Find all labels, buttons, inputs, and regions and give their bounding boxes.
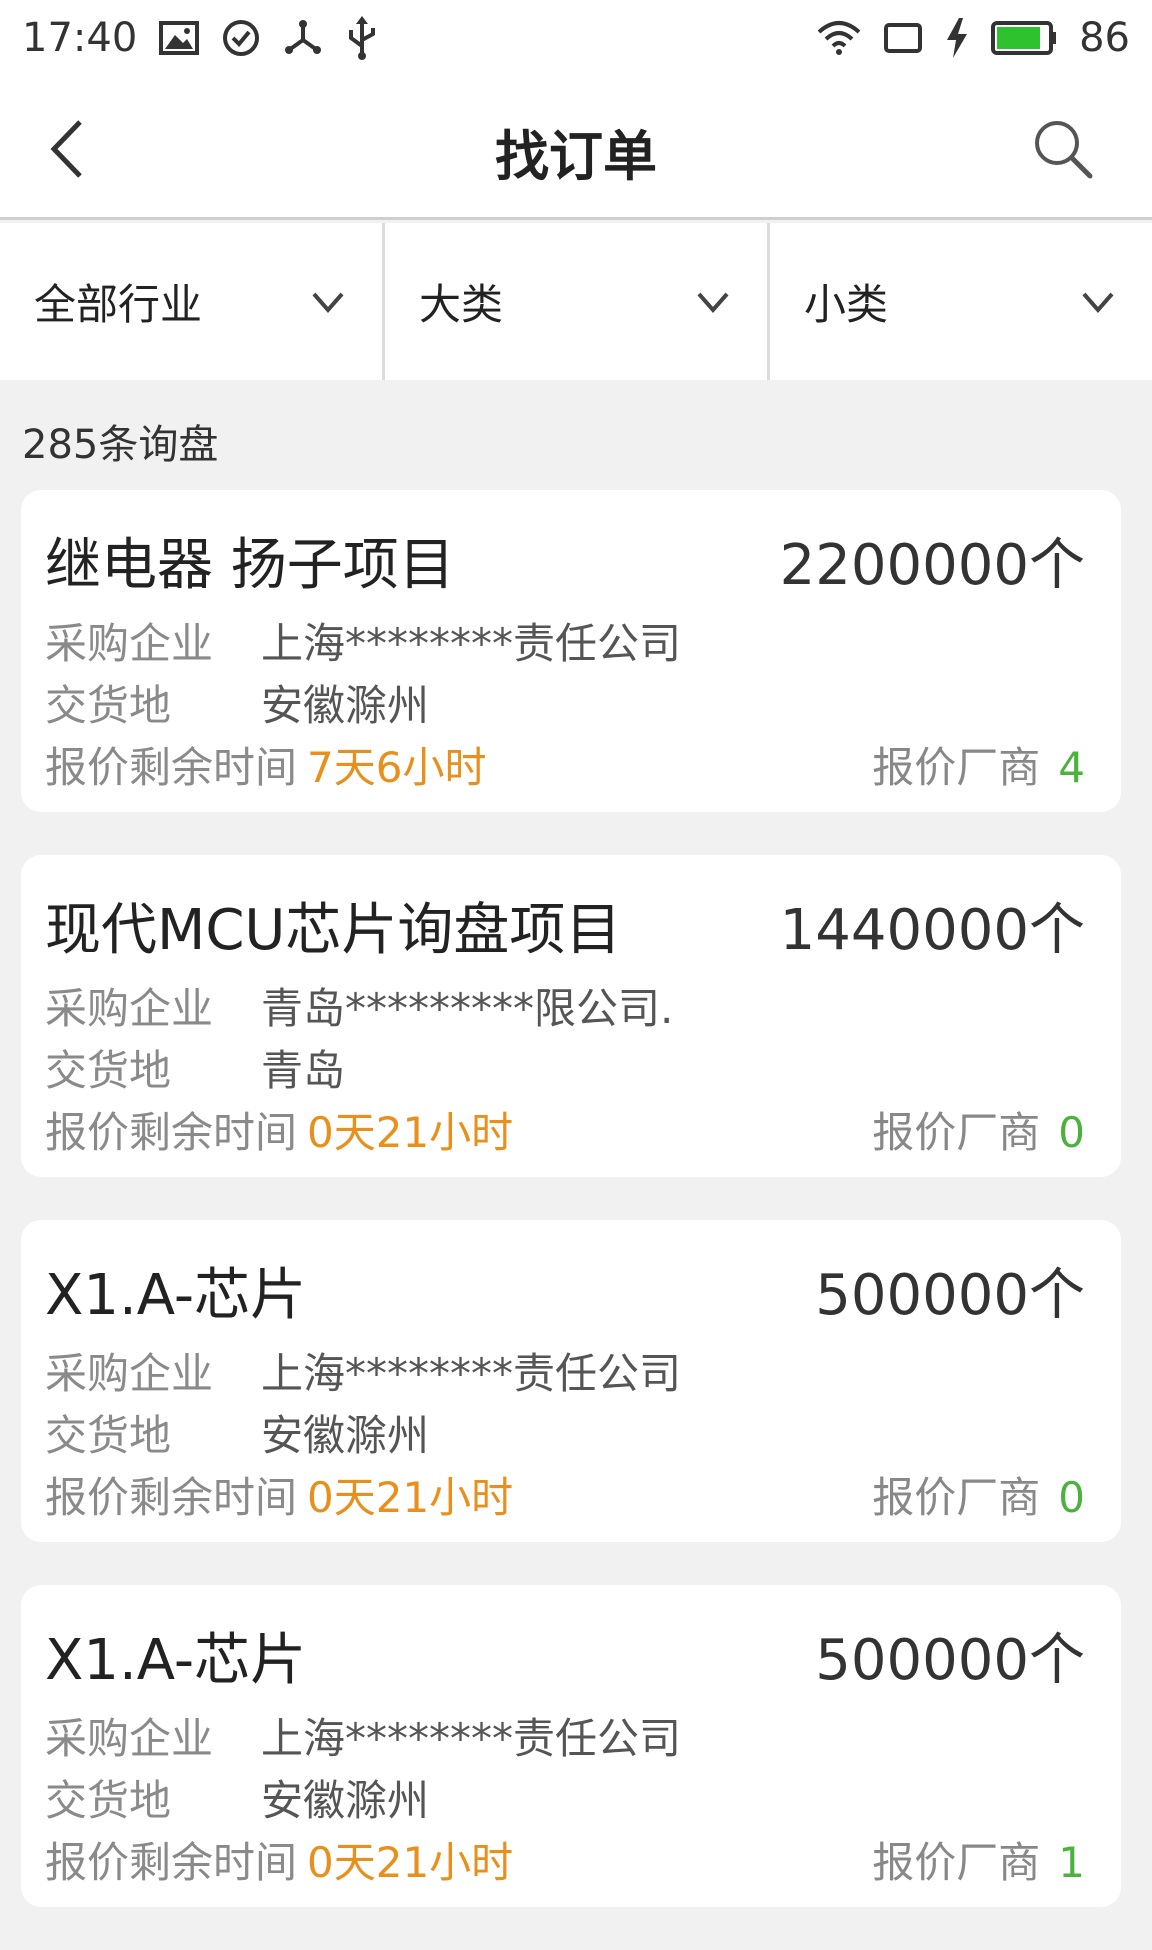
status-time: 17:40 — [22, 15, 138, 61]
page-title: 找订单 — [495, 125, 657, 188]
company-value: 上海********责任公司 — [261, 1714, 682, 1763]
delivery-label: 交货地 — [45, 681, 172, 730]
filter-category-dropdown[interactable]: 大类 — [382, 223, 767, 380]
share-node-icon — [283, 18, 323, 58]
charging-icon — [945, 18, 969, 58]
inquiry-card[interactable]: X1.A-芯片 500000个 采购企业 上海********责任公司 交货地 安徽… — [21, 1220, 1121, 1542]
delivery-label: 交货地 — [45, 1411, 172, 1460]
remaining-label: 报价剩余时间 — [45, 1473, 298, 1522]
delivery-label: 交货地 — [45, 1776, 172, 1825]
inquiry-name: 继电器 扬子项目 — [45, 533, 455, 598]
company-label: 采购企业 — [45, 984, 214, 1033]
search-button[interactable] — [1030, 116, 1096, 182]
inquiry-count: 285条询盘 — [22, 422, 219, 468]
inquiry-quantity: 2200000个 — [779, 533, 1085, 598]
delivery-value: 青岛 — [261, 1046, 346, 1095]
remaining-value: 0天21小时 — [307, 1838, 514, 1887]
remaining-value: 7天6小时 — [307, 743, 487, 792]
filter-label: 大类 — [419, 280, 504, 329]
company-value: 上海********责任公司 — [261, 619, 682, 668]
remaining-label: 报价剩余时间 — [45, 743, 298, 792]
inquiry-name: X1.A-芯片 — [45, 1628, 307, 1693]
remaining-label: 报价剩余时间 — [45, 1108, 298, 1157]
filter-bar: 全部行业 大类 小类 — [0, 223, 1152, 380]
inquiry-list: 继电器 扬子项目 2200000个 采购企业 上海********责任公司 交货地… — [21, 490, 1121, 1950]
vendors-label: 报价厂商 — [872, 1838, 1041, 1887]
company-label: 采购企业 — [45, 619, 214, 668]
filter-label: 全部行业 — [34, 280, 203, 329]
company-label: 采购企业 — [45, 1349, 214, 1398]
usb-icon — [345, 16, 379, 60]
delivery-label: 交货地 — [45, 1046, 172, 1095]
inquiry-card[interactable]: 现代MCU芯片询盘项目 1440000个 采购企业 青岛*********限公司.… — [21, 855, 1121, 1177]
vendors-label: 报价厂商 — [872, 743, 1041, 792]
filter-industry-dropdown[interactable]: 全部行业 — [0, 223, 382, 380]
remaining-value: 0天21小时 — [307, 1473, 514, 1522]
status-bar: 17:40 86 — [0, 0, 1152, 76]
inquiry-quantity: 500000个 — [815, 1263, 1085, 1328]
vendors-label: 报价厂商 — [872, 1473, 1041, 1522]
search-icon — [1035, 121, 1093, 179]
delivery-value: 安徽滁州 — [261, 681, 430, 730]
company-label: 采购企业 — [45, 1714, 214, 1763]
vendors-count: 0 — [1058, 1108, 1085, 1157]
vendors-count: 0 — [1058, 1473, 1085, 1522]
vendors-label: 报价厂商 — [872, 1108, 1041, 1157]
company-value: 上海********责任公司 — [261, 1349, 682, 1398]
check-circle-icon — [221, 18, 261, 58]
inquiry-card[interactable]: X1.A-芯片 500000个 采购企业 上海********责任公司 交货地 安徽… — [21, 1585, 1121, 1907]
remaining-value: 0天21小时 — [307, 1108, 514, 1157]
inquiry-name: 现代MCU芯片询盘项目 — [45, 898, 622, 963]
chevron-down-icon — [312, 292, 344, 313]
company-value: 青岛*********限公司. — [261, 984, 674, 1033]
inquiry-name: X1.A-芯片 — [45, 1263, 307, 1328]
chevron-down-icon — [697, 292, 729, 313]
remaining-label: 报价剩余时间 — [45, 1838, 298, 1887]
battery-icon — [991, 21, 1057, 55]
vendors-count: 1 — [1058, 1838, 1085, 1887]
vendors-count: 4 — [1058, 743, 1085, 792]
chevron-down-icon — [1082, 292, 1114, 313]
delivery-value: 安徽滁州 — [261, 1411, 430, 1460]
inquiry-quantity: 500000个 — [815, 1628, 1085, 1693]
battery-level: 86 — [1079, 15, 1130, 61]
app-header: 找订单 — [0, 76, 1152, 220]
inquiry-quantity: 1440000个 — [779, 898, 1085, 963]
wifi-icon — [817, 20, 861, 56]
delivery-value: 安徽滁州 — [261, 1776, 430, 1825]
filter-label: 小类 — [804, 280, 889, 329]
filter-subcategory-dropdown[interactable]: 小类 — [767, 223, 1152, 380]
screen-icon — [883, 22, 923, 54]
inquiry-card[interactable]: 继电器 扬子项目 2200000个 采购企业 上海********责任公司 交货地… — [21, 490, 1121, 812]
image-icon — [159, 21, 200, 55]
